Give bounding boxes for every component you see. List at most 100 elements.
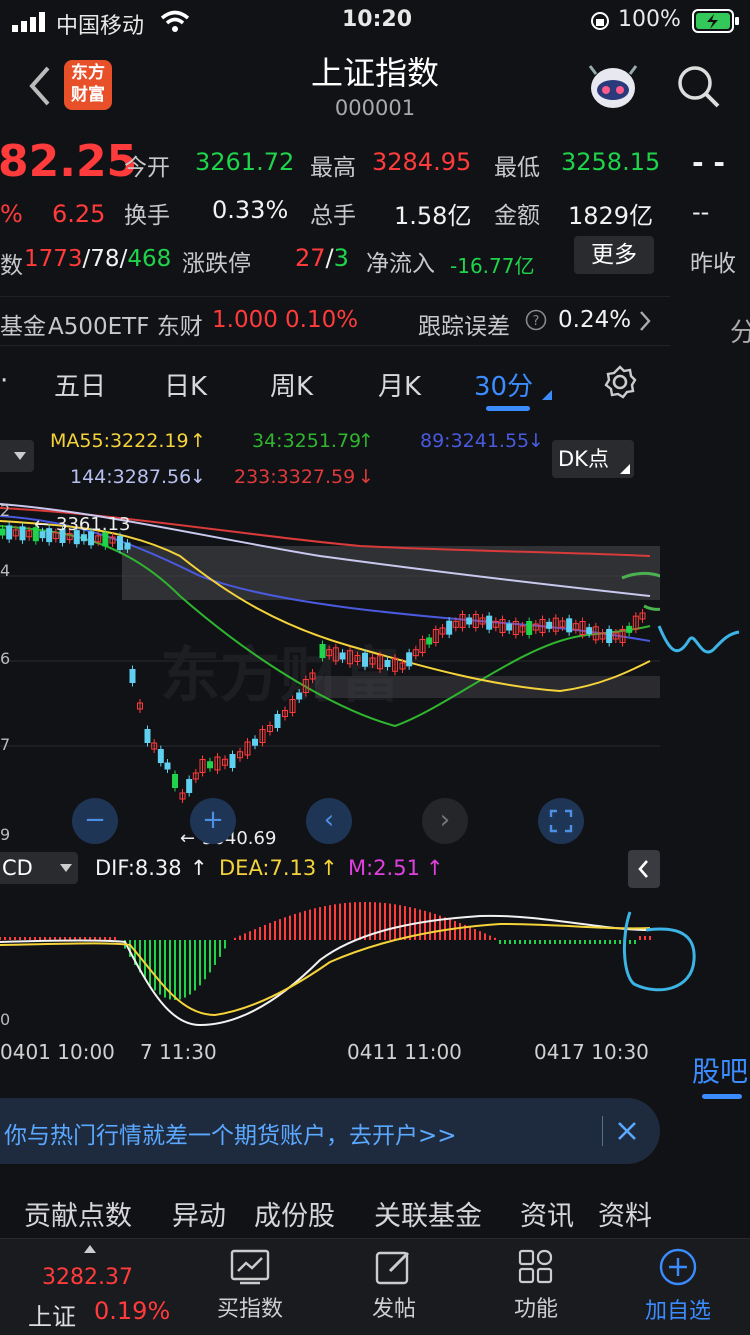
ma89-arrow: ↓ <box>528 430 544 452</box>
candle-body <box>446 620 453 635</box>
candle-body <box>384 660 391 667</box>
candle-body <box>252 738 258 746</box>
candle-body <box>296 692 303 700</box>
dropdown-corner-icon <box>542 390 552 400</box>
ma233-arrow: ↓ <box>358 466 374 488</box>
time-tick-1: 0401 10:00 <box>0 1040 115 1064</box>
expand-icon <box>549 809 573 833</box>
tab-contribution[interactable]: 贡献点数 <box>24 1194 132 1233</box>
help-icon[interactable]: ? <box>525 309 547 331</box>
robot-assistant-icon[interactable] <box>586 62 640 112</box>
tab-guba[interactable]: 股吧 <box>692 1050 748 1090</box>
period-tabs: · 五日 日K 周K 月K 30分 <box>0 346 670 418</box>
fund-name: A500ETF 东财 <box>48 314 203 340</box>
high-value: 3284.95 <box>372 148 472 176</box>
fullscreen-button[interactable] <box>538 798 584 844</box>
buy-index-tab[interactable]: 买指数 <box>190 1239 310 1323</box>
mini-pct: 0.19% <box>94 1297 171 1325</box>
promo-banner[interactable]: 你与热门行情就差一个期货账户，去开户>> <box>0 1098 660 1164</box>
m-value: M:2.51 <box>348 856 420 880</box>
scroll-left-button[interactable]: ‹ <box>306 798 352 844</box>
promo-text[interactable]: 你与热门行情就差一个期货账户，去开户>> <box>4 1116 457 1150</box>
macd-chart[interactable]: 0 <box>0 890 660 1030</box>
index-mini-quote[interactable]: 3282.37 上证 0.19% <box>0 1239 180 1335</box>
ma-selector[interactable] <box>0 440 34 472</box>
dk-point-button[interactable]: DK点 <box>552 440 634 478</box>
open-label: 今开 <box>124 155 170 181</box>
ma144-arrow: ↓ <box>190 466 206 488</box>
candle-body <box>124 542 131 550</box>
quote-panel: 82.25 % 6.25 数 1773/78/468 今开 3261.72 最高… <box>0 126 750 292</box>
dea-arrow: ↑ <box>320 856 338 880</box>
settings-gear-icon[interactable] <box>602 364 638 400</box>
tab-5day[interactable]: 五日 <box>54 366 106 403</box>
kline-svg: 东方财富 ← 3361.13 ← 3040.69 2 4 6 7 9 <box>0 501 675 849</box>
kline-chart[interactable]: 东方财富 ← 3361.13 ← 3040.69 2 4 6 7 9 − + ‹… <box>0 496 675 849</box>
nav-header: 东方 财富 上证指数 000001 <box>0 44 750 124</box>
add-watchlist-tab[interactable]: 加自选 <box>618 1239 738 1325</box>
zoom-in-button[interactable]: + <box>190 798 236 844</box>
amount-label: 金额 <box>494 203 540 229</box>
macd-name: CD <box>2 856 33 880</box>
chevron-left-icon <box>638 860 648 878</box>
macd-selector[interactable]: CD <box>0 852 78 884</box>
tracking-error-label: 跟踪误差 <box>418 314 510 340</box>
netflow-label: 净流入 <box>366 251 435 277</box>
dea-value: DEA:7.13 <box>219 856 317 880</box>
dropdown-corner-icon <box>620 464 630 474</box>
more-button[interactable]: 更多 <box>574 236 654 274</box>
tab-daily-k[interactable]: 日K <box>164 366 207 403</box>
tab-related-funds[interactable]: 关联基金 <box>374 1194 482 1233</box>
mini-name: 上证 <box>28 1303 76 1331</box>
y-tick: 2 <box>0 501 10 520</box>
fund-pct: 0.10% <box>285 307 359 333</box>
candle-body <box>319 644 326 658</box>
limit-label: 涨跌停 <box>182 251 251 277</box>
add-circle-icon <box>659 1248 697 1286</box>
limit-counts: 27/3 <box>295 244 349 272</box>
candle-body <box>157 749 164 763</box>
collapse-panel-button[interactable] <box>628 850 660 888</box>
macd-header: CD DIF:8.38 ↑ DEA:7.13 ↑ M:2.51 ↑ <box>0 850 670 890</box>
tab-constituents[interactable]: 成份股 <box>254 1194 335 1233</box>
open-value: 3261.72 <box>195 148 295 176</box>
macd-histogram <box>0 902 651 1000</box>
buy-index-label: 买指数 <box>216 1297 283 1322</box>
candle-body <box>186 779 193 793</box>
post-tab[interactable]: 发帖 <box>334 1239 454 1323</box>
candle-body <box>406 652 413 667</box>
tab-news[interactable]: 资讯 <box>520 1194 574 1233</box>
breadth-flat: 78 <box>90 246 120 272</box>
candle-body <box>274 714 281 728</box>
zoom-out-button[interactable]: − <box>72 798 118 844</box>
grid-apps-icon <box>518 1249 553 1284</box>
candle-body <box>426 637 433 645</box>
amount-value: 1829亿 <box>568 202 654 230</box>
candle-body <box>117 536 123 550</box>
candle-body <box>486 615 493 630</box>
related-fund-bar[interactable]: 基金 A500ETF 东财 1.000 0.10% 跟踪误差 ? 0.24% <box>0 296 670 346</box>
candle-body <box>0 528 6 536</box>
tab-monthly-k[interactable]: 月K <box>378 366 421 403</box>
volume-label: 总手 <box>310 203 356 229</box>
low-label: 最低 <box>494 155 540 181</box>
close-icon[interactable] <box>616 1120 638 1142</box>
ma34-arrow: ↑ <box>358 430 374 452</box>
breadth-up: 1773 <box>24 246 83 272</box>
search-icon[interactable] <box>676 64 722 110</box>
y-tick: 9 <box>0 825 10 844</box>
tab-profile[interactable]: 资料 <box>598 1194 652 1233</box>
limit-down: 3 <box>333 244 349 272</box>
tab-30min[interactable]: 30分 <box>474 366 533 403</box>
tab-weekly-k[interactable]: 周K <box>270 366 313 403</box>
wifi-icon <box>160 10 190 32</box>
scroll-right-button[interactable]: › <box>422 798 468 844</box>
functions-tab[interactable]: 功能 <box>476 1239 596 1323</box>
time-axis: 0401 10:00 7 11:30 0411 11:00 0417 10:30 <box>0 1034 660 1070</box>
add-watchlist-label: 加自选 <box>644 1299 711 1324</box>
tab-partial[interactable]: · <box>0 366 8 396</box>
candle-body <box>362 652 368 667</box>
signal-icon <box>12 12 45 32</box>
tab-movement[interactable]: 异动 <box>172 1194 226 1233</box>
candle-body <box>164 762 171 770</box>
